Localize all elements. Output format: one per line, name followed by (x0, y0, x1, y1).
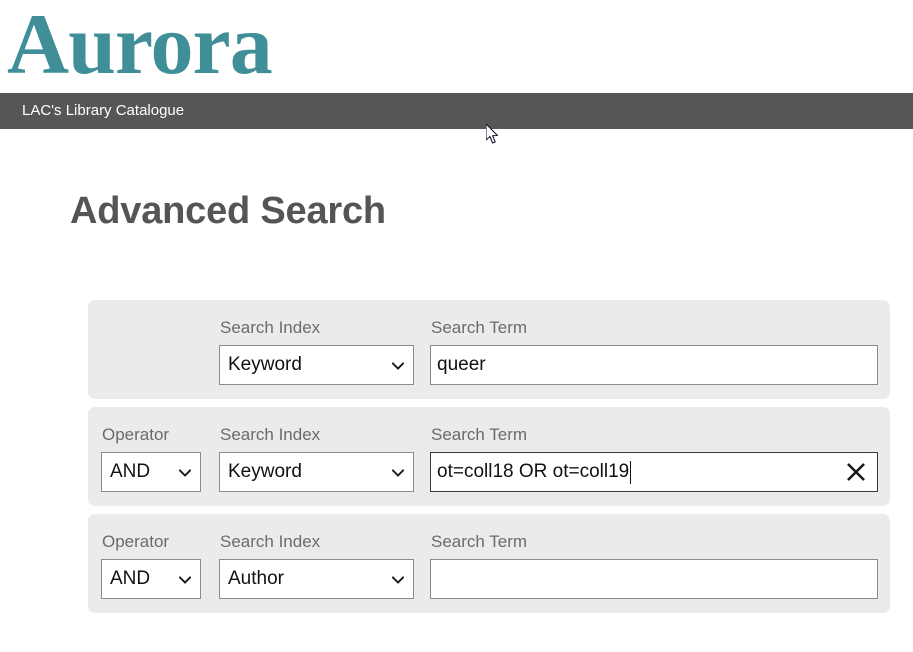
operator-select[interactable]: AND (101, 559, 201, 599)
operator-selected-value: AND (110, 568, 151, 589)
search-term-label: Search Term (431, 532, 528, 551)
chevron-down-icon (392, 574, 404, 586)
search-term-label: Search Term (431, 425, 528, 444)
search-term-input[interactable] (430, 559, 878, 599)
search-index-select[interactable]: Author (219, 559, 414, 599)
search-index-select[interactable]: Keyword (219, 345, 414, 385)
operator-select[interactable]: AND (101, 452, 201, 492)
search-term-value: queer (437, 354, 486, 375)
search-term-value: ot=coll18 OR ot=coll19 (437, 461, 630, 482)
search-index-selected-value: Author (228, 568, 284, 589)
search-term-label: Search Term (431, 318, 528, 337)
operator-label: Operator (102, 532, 170, 551)
search-row: Operator AND Search Index Author Search Term (88, 514, 890, 613)
search-index-label: Search Index (220, 318, 321, 337)
chevron-down-icon (392, 467, 404, 479)
search-index-selected-value: Keyword (228, 461, 302, 482)
search-term-input[interactable]: ot=coll18 OR ot=coll19 (430, 452, 878, 492)
search-row: Operator AND Search Index Keyword Search Ter… (88, 407, 890, 506)
masthead: Aurora (0, 0, 913, 93)
search-index-label: Search Index (220, 532, 321, 551)
chevron-down-icon (179, 467, 191, 479)
catalogue-bar: LAC's Library Catalogue (0, 93, 913, 129)
search-index-select[interactable]: Keyword (219, 452, 414, 492)
chevron-down-icon (179, 574, 191, 586)
search-index-selected-value: Keyword (228, 354, 302, 375)
operator-label: Operator (102, 425, 170, 444)
aurora-logo[interactable]: Aurora (7, 0, 273, 92)
catalogue-bar-label: LAC's Library Catalogue (22, 102, 185, 119)
search-index-label: Search Index (220, 425, 321, 444)
search-term-input[interactable]: queer (430, 345, 878, 385)
clear-search-term-icon[interactable] (843, 459, 869, 485)
advanced-search-form: Search Index Keyword Search Term queer Opera… (88, 300, 890, 621)
operator-selected-value: AND (110, 461, 151, 482)
search-row: Search Index Keyword Search Term queer (88, 300, 890, 399)
text-caret (630, 461, 631, 484)
chevron-down-icon (392, 360, 404, 372)
page-title: Advanced Search (70, 190, 386, 232)
